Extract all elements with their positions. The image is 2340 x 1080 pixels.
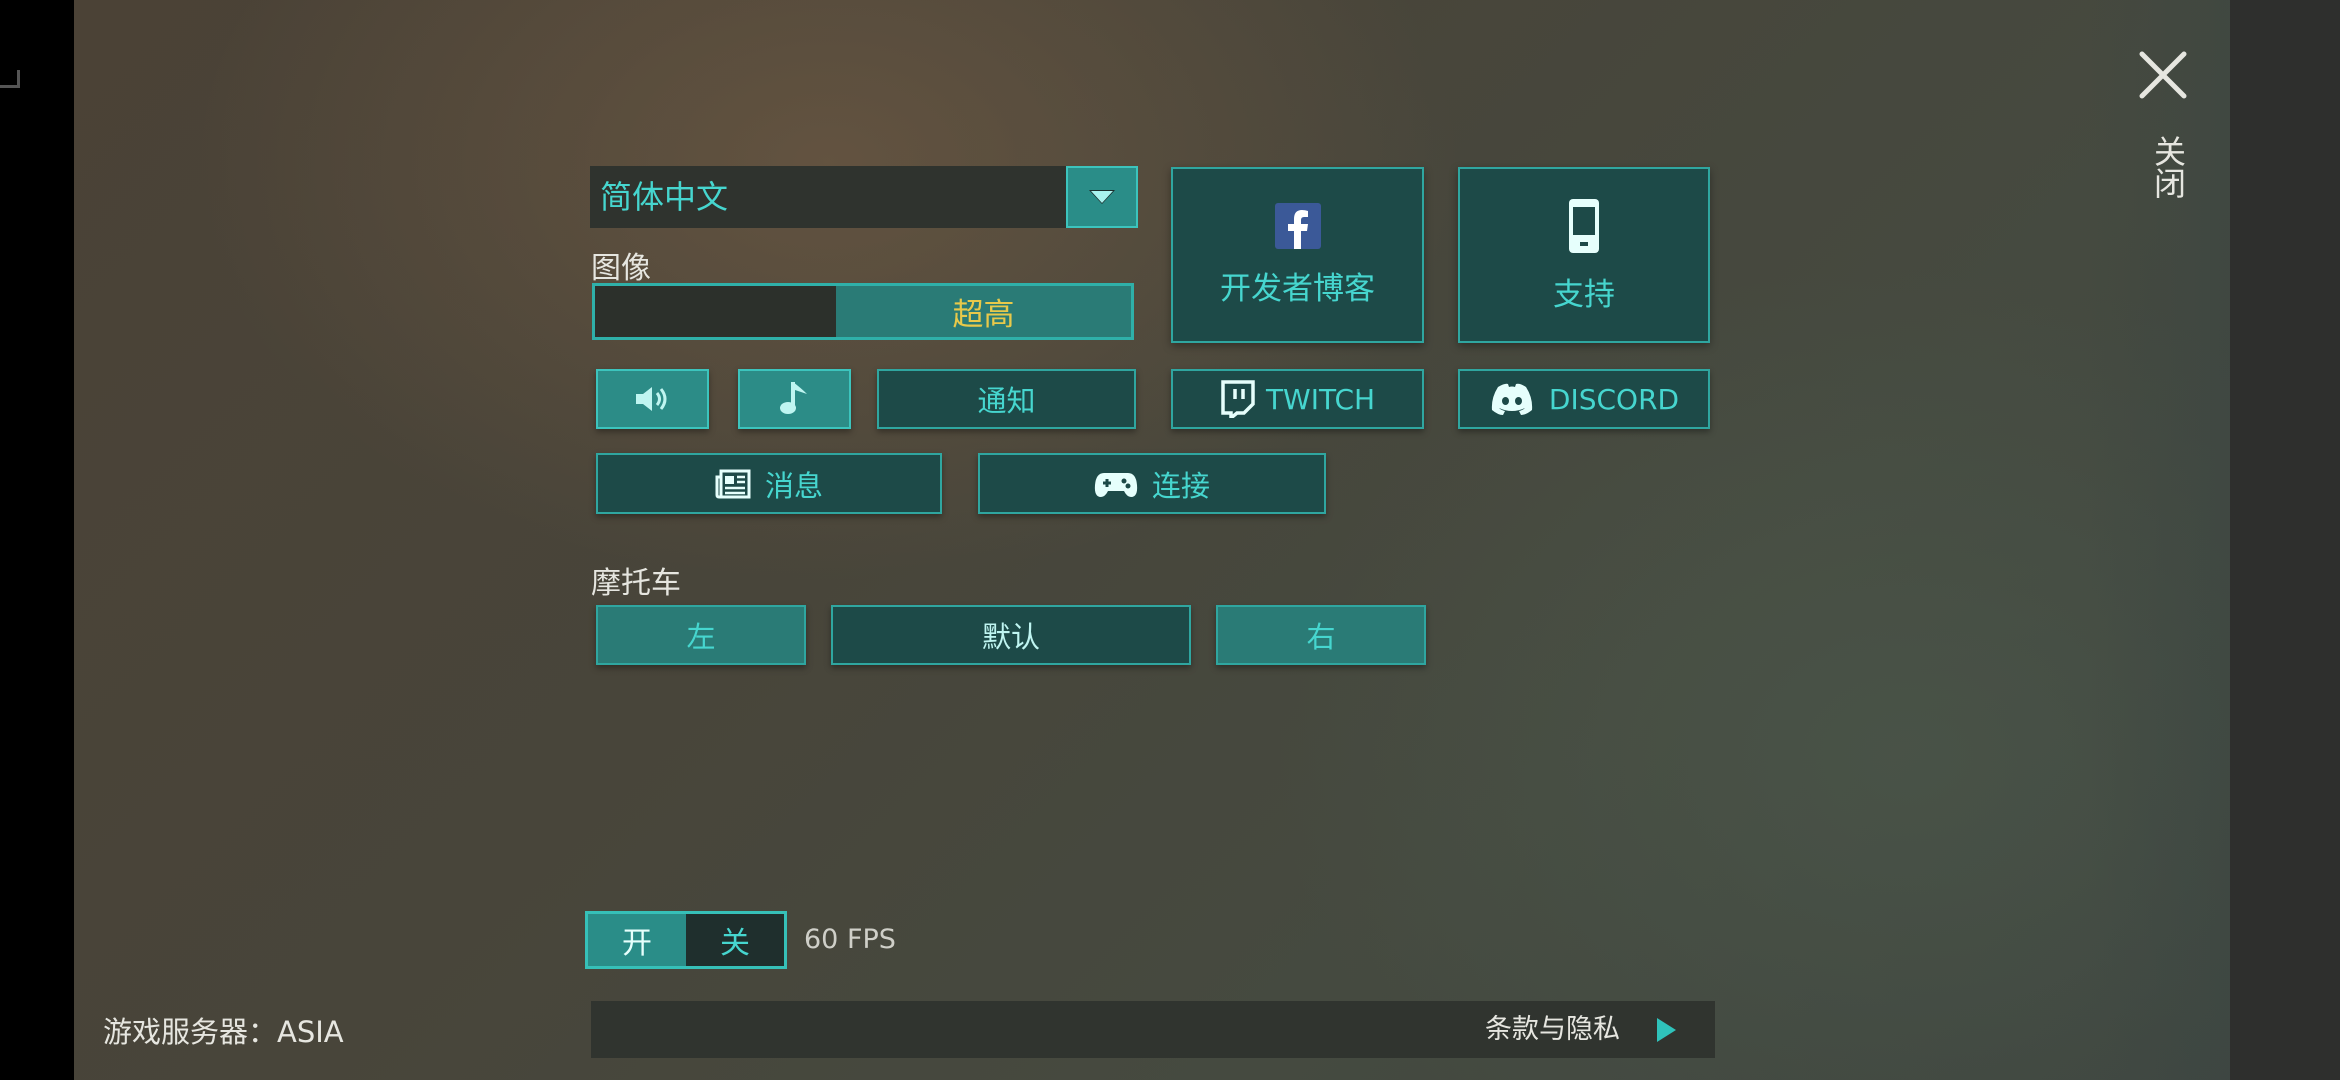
fps-value: 60 FPS [804,924,896,955]
discord-button[interactable]: DISCORD [1458,369,1710,429]
twitch-button[interactable]: TWITCH [1171,369,1424,429]
facebook-icon [1274,202,1321,249]
graphics-level[interactable]: 超高 [836,286,1131,337]
connect-label: 连接 [1151,468,1210,503]
dev-blog-label: 开发者博客 [1220,270,1375,307]
notify-button[interactable]: 通知 [877,369,1136,429]
motorcycle-left-label: 左 [686,620,716,654]
settings-screen: 简体中文 图像 超高 通知 消息 连接 开发者博客 支持 TWITCH DISC… [0,0,2340,1080]
newspaper-icon [715,469,751,498]
motorcycle-default-button[interactable]: 默认 [831,605,1191,665]
language-dropdown-button[interactable] [1066,166,1138,228]
close-label[interactable]: 关闭 [2140,135,2187,199]
discord-label: DISCORD [1548,382,1680,416]
music-toggle-button[interactable] [738,369,851,429]
sound-toggle-button[interactable] [596,369,709,429]
edge-mark [0,70,20,88]
left-edge [0,0,74,1080]
speaker-icon [635,387,666,411]
news-button[interactable]: 消息 [596,453,942,514]
graphics-label: 图像 [591,251,651,286]
twitch-icon [1221,380,1255,418]
graphics-slider[interactable]: 超高 [592,283,1134,340]
support-label: 支持 [1553,276,1615,313]
motorcycle-right-label: 右 [1306,620,1336,654]
discord-icon [1491,383,1533,415]
fps-on-option[interactable]: 开 [588,914,686,966]
twitch-label: TWITCH [1265,382,1376,416]
connect-button[interactable]: 连接 [978,453,1326,514]
music-note-icon [779,382,807,414]
support-button[interactable]: 支持 [1458,167,1710,343]
language-value: 简体中文 [600,178,729,216]
chevron-down-icon [1089,190,1115,204]
background [74,0,2230,1080]
play-arrow-icon [1657,1018,1676,1042]
news-label: 消息 [764,468,823,503]
fps-off-option[interactable]: 关 [686,914,784,966]
motorcycle-default-label: 默认 [981,620,1040,654]
notify-label: 通知 [977,384,1036,418]
language-select[interactable]: 简体中文 [590,166,1138,228]
right-edge [2230,0,2340,1080]
fps-toggle[interactable]: 开 关 [585,911,787,969]
motorcycle-label: 摩托车 [591,566,681,601]
phone-icon [1569,198,1599,253]
dev-blog-button[interactable]: 开发者博客 [1171,167,1424,343]
motorcycle-right-button[interactable]: 右 [1216,605,1426,665]
graphics-value: 超高 [952,297,1015,333]
close-icon[interactable] [2138,50,2188,100]
terms-privacy-label: 条款与隐私 [1485,1014,1620,1045]
game-server-label: 游戏服务器：ASIA [103,1015,344,1049]
terms-privacy-button[interactable]: 条款与隐私 [591,1001,1715,1058]
gamepad-icon [1094,472,1138,497]
motorcycle-left-button[interactable]: 左 [596,605,806,665]
